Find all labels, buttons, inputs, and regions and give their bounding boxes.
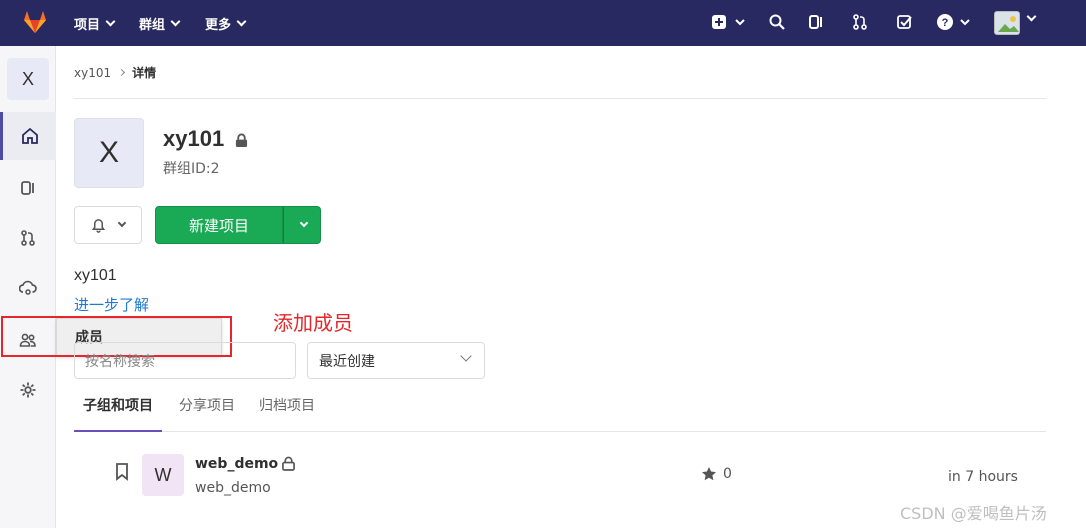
sidebar-item-kubernetes[interactable]: [0, 264, 56, 312]
group-id: 群组ID:2: [163, 161, 220, 177]
issues-icon[interactable]: [807, 13, 825, 31]
tab-shared-projects[interactable]: 分享项目: [170, 388, 244, 432]
chevron-down-icon: [236, 16, 247, 27]
chevron-down-icon: [170, 16, 181, 27]
star-icon: [702, 467, 716, 481]
chevron-down-icon: [299, 218, 308, 228]
group-avatar-small[interactable]: X: [7, 58, 49, 100]
breadcrumb-current[interactable]: 详情: [132, 64, 156, 81]
todos-icon[interactable]: [896, 13, 914, 31]
new-dropdown-button[interactable]: [711, 13, 747, 31]
group-avatar: X: [74, 118, 144, 188]
home-icon: [21, 127, 38, 144]
updated-time: in 7 hours: [948, 469, 1018, 485]
svg-text:?: ?: [942, 17, 949, 29]
merge-requests-icon: [21, 230, 35, 246]
chevron-down-icon: [105, 16, 116, 27]
tab-subgroups-and-projects[interactable]: 子组和项目: [74, 388, 162, 432]
breadcrumb-parent[interactable]: xy101: [74, 66, 111, 80]
issues-icon: [21, 181, 34, 195]
lock-icon: [282, 456, 295, 475]
group-tabs: 子组和项目 分享项目 归档项目: [74, 388, 1046, 432]
notification-dropdown-button[interactable]: [74, 206, 142, 244]
search-placeholder: 按名称搜索: [85, 353, 155, 370]
left-sidebar: X: [0, 46, 56, 528]
sidebar-item-issues[interactable]: [0, 164, 56, 212]
nav-menu-label: 更多: [205, 18, 232, 33]
group-title: xy101: [163, 126, 225, 151]
breadcrumb: xy101 详情: [74, 64, 156, 81]
tab-archived-projects[interactable]: 归档项目: [250, 388, 324, 432]
bell-icon: [91, 218, 106, 233]
search-input[interactable]: 按名称搜索: [74, 342, 296, 379]
search-icon[interactable]: [768, 13, 786, 31]
merge-requests-icon[interactable]: [851, 13, 869, 31]
star-count-value: 0: [723, 466, 732, 482]
sort-value: 最近创建: [319, 353, 375, 370]
learn-more-link[interactable]: 进一步了解: [74, 294, 149, 315]
project-name[interactable]: web_demo: [195, 456, 278, 472]
top-navbar: 项目 群组 更多 ?: [0, 0, 1086, 46]
sort-dropdown[interactable]: 最近创建: [307, 342, 485, 379]
new-project-dropdown-toggle[interactable]: [283, 206, 321, 244]
chevron-down-icon[interactable]: [1026, 11, 1037, 22]
nav-menu-label: 群组: [139, 18, 166, 33]
gitlab-logo-icon[interactable]: [22, 9, 48, 35]
lock-icon: [235, 133, 248, 152]
nav-menu-groups[interactable]: 群组: [139, 14, 181, 33]
project-avatar[interactable]: W: [142, 454, 184, 496]
nav-menu-more[interactable]: 更多: [205, 14, 247, 33]
watermark: CSDN @爱喝鱼片汤: [900, 504, 1047, 523]
group-description: xy101: [74, 267, 117, 284]
user-avatar[interactable]: [994, 11, 1020, 35]
cloud-gear-icon: [19, 280, 37, 295]
chevron-down-icon: [117, 218, 127, 228]
nav-menu-projects[interactable]: 项目: [74, 14, 116, 33]
annotation-text: 添加成员: [273, 311, 353, 335]
gear-icon: [20, 382, 36, 398]
divider: [74, 98, 1046, 99]
sidebar-item-settings[interactable]: [0, 366, 56, 414]
nav-menu-label: 项目: [74, 18, 101, 33]
chevron-down-icon: [460, 350, 472, 362]
bookmark-icon: [115, 463, 129, 485]
sidebar-item-group-overview[interactable]: [0, 112, 56, 160]
chevron-right-icon: [118, 68, 126, 77]
sidebar-item-merge-requests[interactable]: [0, 214, 56, 262]
new-project-button[interactable]: 新建项目: [155, 206, 283, 244]
help-icon[interactable]: ?: [936, 13, 972, 31]
project-path: web_demo: [195, 480, 271, 496]
star-count: 0: [701, 466, 732, 482]
